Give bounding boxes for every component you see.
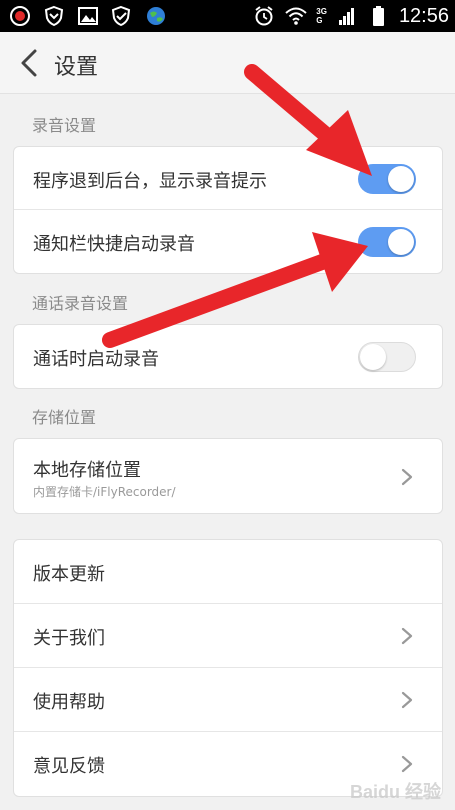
toggle-knob <box>388 166 414 192</box>
call-recording-card: 通话时启动录音 <box>13 324 443 389</box>
battery-icon <box>367 4 391 28</box>
wifi-icon <box>284 4 308 28</box>
chevron-right-icon <box>401 755 413 773</box>
notification-quick-record-toggle[interactable] <box>358 227 416 257</box>
background-notice-label: 程序退到后台，显示录音提示 <box>33 171 267 192</box>
background-notice-row[interactable]: 程序退到后台，显示录音提示 <box>14 147 442 210</box>
watermark: Baidu 经验 <box>349 782 441 802</box>
record-icon <box>8 4 32 28</box>
notification-quick-record-label: 通知栏快捷启动录音 <box>33 234 195 255</box>
globe-icon <box>144 4 168 28</box>
chevron-right-icon <box>401 468 413 486</box>
local-storage-path: 内置存储卡/iFlyRecorder/ <box>33 485 176 499</box>
storage-card: 本地存储位置 内置存储卡/iFlyRecorder/ <box>13 438 443 514</box>
status-bar: 3G G 12:56 <box>0 0 455 32</box>
section-label-storage: 存储位置 <box>32 408 97 427</box>
recording-settings-card: 程序退到后台，显示录音提示 通知栏快捷启动录音 <box>13 146 443 274</box>
header-bar: 设置 <box>0 32 455 94</box>
version-update-label: 版本更新 <box>33 564 105 585</box>
section-label-recording: 录音设置 <box>32 116 97 135</box>
notification-quick-record-row[interactable]: 通知栏快捷启动录音 <box>14 210 442 273</box>
call-record-toggle[interactable] <box>358 342 416 372</box>
background-notice-toggle[interactable] <box>358 164 416 194</box>
page-title: 设置 <box>54 55 99 80</box>
status-time: 12:56 <box>398 4 449 27</box>
shield-check-icon <box>110 4 134 28</box>
shield-icon <box>42 4 66 28</box>
alarm-icon <box>252 4 276 28</box>
call-record-row[interactable]: 通话时启动录音 <box>14 325 442 388</box>
chevron-left-icon <box>21 49 37 77</box>
call-record-label: 通话时启动录音 <box>33 349 159 370</box>
back-button[interactable] <box>14 46 44 80</box>
chevron-right-icon <box>401 691 413 709</box>
local-storage-label: 本地存储位置 <box>33 460 141 481</box>
version-update-row[interactable]: 版本更新 <box>14 540 442 604</box>
section-label-call-recording: 通话录音设置 <box>32 294 129 313</box>
help-label: 使用帮助 <box>33 692 105 713</box>
about-us-label: 关于我们 <box>33 628 105 649</box>
toggle-knob <box>360 344 386 370</box>
about-us-row[interactable]: 关于我们 <box>14 604 442 668</box>
feedback-label: 意见反馈 <box>33 756 105 777</box>
help-row[interactable]: 使用帮助 <box>14 668 442 732</box>
image-icon <box>76 4 100 28</box>
chevron-right-icon <box>401 627 413 645</box>
signal-icon <box>335 4 359 28</box>
network-type: 3G G <box>316 7 327 25</box>
toggle-knob <box>388 229 414 255</box>
local-storage-row[interactable]: 本地存储位置 内置存储卡/iFlyRecorder/ <box>14 439 442 513</box>
about-card: 版本更新 关于我们 使用帮助 意见反馈 <box>13 539 443 797</box>
